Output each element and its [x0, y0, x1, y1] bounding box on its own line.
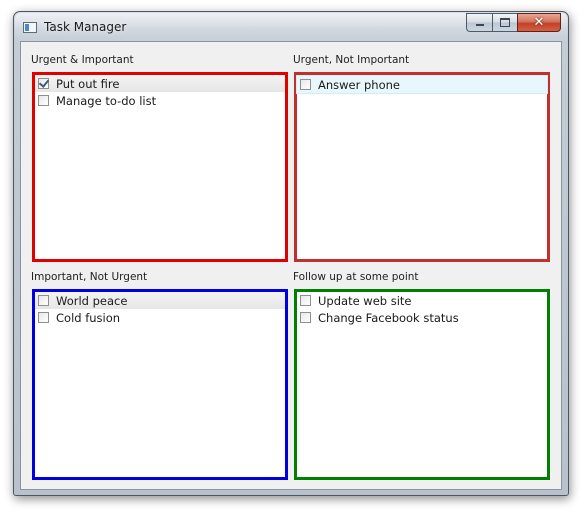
task-label: Cold fusion: [56, 310, 121, 325]
close-icon: ✕: [533, 15, 545, 30]
task-manager-window: Task Manager ✕ Urgent & Important Put ou…: [13, 11, 569, 496]
maximize-icon: [500, 18, 510, 27]
list-important-not-urgent[interactable]: World peace Cold fusion: [32, 289, 288, 480]
list-urgent-not-important[interactable]: Answer phone: [294, 72, 550, 262]
checkbox[interactable]: [38, 312, 49, 323]
app-window-icon[interactable]: [23, 22, 37, 33]
list-item[interactable]: Put out fire: [35, 75, 285, 92]
quadrant-label-urgent-important: Urgent & Important: [31, 54, 134, 66]
quadrant-label-follow-up: Follow up at some point: [293, 271, 419, 283]
task-label: Answer phone: [318, 77, 400, 92]
task-label: Manage to-do list: [56, 93, 157, 108]
maximize-button[interactable]: [492, 13, 517, 32]
checkbox[interactable]: [38, 95, 49, 106]
checkbox[interactable]: [38, 295, 49, 306]
title-bar[interactable]: Task Manager ✕: [14, 12, 568, 42]
checkbox[interactable]: [300, 79, 311, 90]
list-item[interactable]: Cold fusion: [35, 309, 285, 326]
minimize-button[interactable]: [466, 13, 492, 32]
list-item[interactable]: World peace: [35, 292, 285, 309]
minimize-icon: [475, 24, 484, 26]
window-title: Task Manager: [44, 20, 127, 34]
list-item[interactable]: Change Facebook status: [297, 309, 547, 326]
checkbox[interactable]: [300, 295, 311, 306]
task-label: World peace: [56, 293, 128, 308]
list-item[interactable]: Update web site: [297, 292, 547, 309]
caption-buttons: ✕: [466, 13, 561, 32]
task-label: Update web site: [318, 293, 412, 308]
list-follow-up[interactable]: Update web site Change Facebook status: [294, 289, 550, 480]
list-item[interactable]: Manage to-do list: [35, 92, 285, 109]
list-item[interactable]: Answer phone: [296, 75, 548, 94]
task-label: Change Facebook status: [318, 310, 459, 325]
quadrant-label-urgent-not-important: Urgent, Not Important: [293, 54, 410, 66]
close-button[interactable]: ✕: [517, 13, 561, 32]
quadrant-label-important-not-urgent: Important, Not Urgent: [31, 271, 148, 283]
checkbox[interactable]: [300, 312, 311, 323]
client-area: Urgent & Important Put out fire Manage t…: [20, 41, 562, 490]
list-urgent-important[interactable]: Put out fire Manage to-do list: [32, 72, 288, 262]
task-label: Put out fire: [56, 76, 120, 91]
checkbox-checked[interactable]: [38, 78, 49, 89]
